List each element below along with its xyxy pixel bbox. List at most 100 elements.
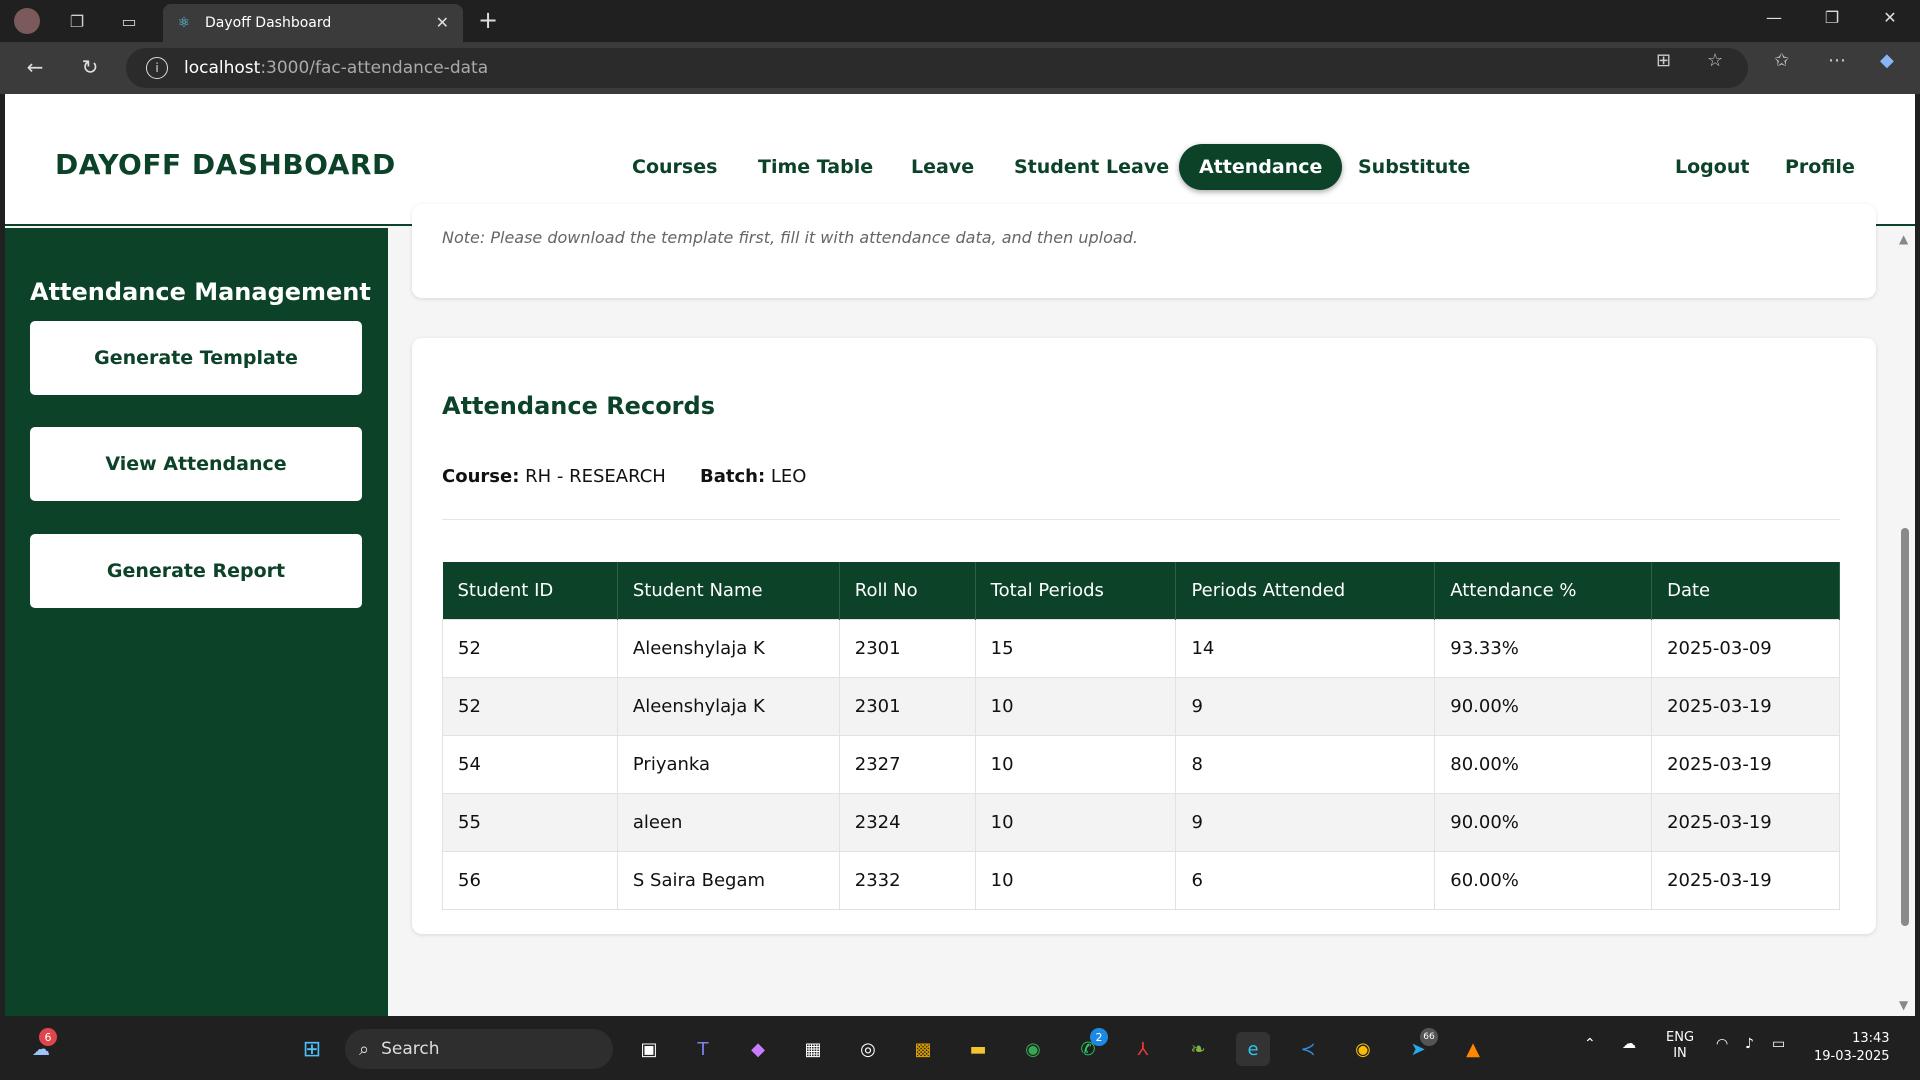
battery-icon[interactable]: ▭ [1772,1036,1785,1052]
browser-tab[interactable]: ⚛ Dayoff Dashboard ✕ [163,4,463,42]
lang-bottom: IN [1673,1046,1687,1061]
view-attendance-button[interactable]: View Attendance [30,427,362,501]
cell-date: 2025-03-09 [1651,618,1840,678]
nav-profile[interactable]: Profile [1785,156,1855,178]
url-path: :3000/fac-attendance-data [260,58,489,78]
green-app-icon[interactable]: ❧ [1181,1032,1215,1066]
acrobat-icon[interactable]: ⅄ [1126,1032,1160,1066]
nav-time-table[interactable]: Time Table [758,156,873,178]
weather-badge: 6 [39,1028,57,1046]
cell-roll-no: 2301 [838,618,976,678]
table-row: 56 S Saira Begam 2332 10 6 60.00% 2025-0… [442,850,1840,910]
clock[interactable]: 13:43 19-03-2025 [1814,1030,1890,1066]
cell-date: 2025-03-19 [1651,850,1840,910]
col-date: Date [1651,562,1840,619]
wifi-icon[interactable]: ◠ [1716,1036,1728,1052]
taskbar-search[interactable]: ⌕ Search [345,1029,613,1069]
taskbar: ☁ 6 ⊞ ⌕ Search ▣ T ◆ ▦ ◎ ▩ ▬ ◉ ✆ 2 ⅄ ❧ e… [0,1016,1920,1080]
site-info-icon[interactable]: i [146,57,168,79]
dell-icon[interactable]: ◎ [851,1032,885,1066]
upload-card [412,204,1876,298]
table-row: 52 Aleenshylaja K 2301 10 9 90.00% 2025-… [442,676,1840,736]
cell-attendance-pct: 60.00% [1434,850,1653,910]
nav-substitute[interactable]: Substitute [1358,156,1470,178]
vscode-icon[interactable]: ≺ [1291,1032,1325,1066]
batch-value: LEO [770,466,807,487]
scroll-down-icon[interactable]: ▼ [1899,998,1908,1012]
teams-icon[interactable]: T [686,1032,720,1066]
nav-logout[interactable]: Logout [1675,156,1749,178]
close-window-icon[interactable]: ✕ [1870,8,1910,27]
cell-student-id: 52 [442,676,618,736]
tray-expand-icon[interactable]: ⌃ [1584,1036,1596,1052]
copilot-icon[interactable]: ◆ [1880,50,1894,71]
nav-courses[interactable]: Courses [632,156,717,178]
chrome-icon[interactable]: ◉ [1016,1032,1050,1066]
nav-student-leave[interactable]: Student Leave [1014,156,1169,178]
cell-attendance-pct: 90.00% [1434,792,1653,852]
photo-app-icon[interactable]: ▩ [906,1032,940,1066]
whatsapp-badge: 2 [1090,1028,1108,1046]
scroll-up-icon[interactable]: ▲ [1899,232,1908,246]
chrome-profile-icon[interactable]: ◉ [1346,1032,1380,1066]
cell-roll-no: 2301 [838,676,976,736]
cell-periods-attended: 6 [1175,850,1436,910]
more-options-icon[interactable]: ⋯ [1828,50,1846,71]
close-tab-icon[interactable]: ✕ [436,13,449,32]
scrollbar-thumb[interactable] [1901,528,1909,926]
table-row: 52 Aleenshylaja K 2301 15 14 93.33% 2025… [442,618,1840,678]
cell-student-name: Priyanka [616,734,840,794]
minimize-icon[interactable]: — [1754,8,1794,27]
sidebar-title: Attendance Management [30,278,371,306]
search-label: Search [381,1039,440,1059]
cell-student-name: Aleenshylaja K [616,676,840,736]
page-scrollbar[interactable]: ▲ ▼ [1895,228,1915,1016]
batch-info: Batch: LEO [700,466,806,487]
cell-roll-no: 2324 [838,792,976,852]
favorites-icon[interactable]: ✩ [1774,50,1789,71]
cell-roll-no: 2327 [838,734,976,794]
back-icon[interactable]: ← [20,55,50,79]
table-row: 54 Priyanka 2327 10 8 80.00% 2025-03-19 [442,734,1840,794]
cell-total-periods: 15 [974,618,1177,678]
cell-date: 2025-03-19 [1651,676,1840,736]
language-indicator[interactable]: ENG IN [1666,1030,1694,1062]
col-student-id: Student ID [442,562,618,619]
cell-date: 2025-03-19 [1651,792,1840,852]
task-view-icon[interactable]: ▣ [632,1032,666,1066]
copilot-app-icon[interactable]: ◆ [741,1032,775,1066]
cell-periods-attended: 14 [1175,618,1436,678]
vertical-tabs-icon[interactable]: ▭ [116,8,142,34]
nav-attendance[interactable]: Attendance [1179,144,1343,190]
generate-report-button[interactable]: Generate Report [30,534,362,608]
cell-student-id: 52 [442,618,618,678]
new-tab-icon[interactable]: + [478,6,498,34]
col-attendance-pct: Attendance % [1434,562,1653,619]
file-explorer-icon[interactable]: ▬ [961,1032,995,1066]
col-student-name: Student Name [617,562,840,619]
course-info: Course: RH - RESEARCH [442,466,666,487]
favorite-star-icon[interactable]: ☆ [1707,50,1723,71]
edge-icon[interactable]: e [1236,1032,1270,1066]
refresh-icon[interactable]: ↻ [75,55,105,79]
generate-template-button[interactable]: Generate Template [30,321,362,395]
col-total-periods: Total Periods [975,562,1177,619]
cell-periods-attended: 9 [1175,676,1436,736]
course-label: Course: [442,466,520,487]
profile-avatar[interactable] [14,8,40,34]
onedrive-icon[interactable]: ☁ [1622,1036,1636,1052]
cell-total-periods: 10 [974,676,1177,736]
windows-start-icon[interactable]: ⊞ [295,1032,329,1066]
app-available-icon[interactable]: ⊞ [1656,50,1671,71]
sidebar: Attendance Management Generate Template … [5,228,388,1016]
cell-date: 2025-03-19 [1651,734,1840,794]
workspaces-icon[interactable]: ❐ [64,8,90,34]
vlc-icon[interactable]: ▲ [1456,1032,1490,1066]
nav-leave[interactable]: Leave [911,156,974,178]
volume-icon[interactable]: ♪ [1745,1036,1754,1052]
store-icon[interactable]: ▦ [796,1032,830,1066]
url-field[interactable]: i localhost :3000/fac-attendance-data [126,48,1748,88]
restore-icon[interactable]: ❐ [1812,8,1852,27]
browser-tab-bar: ❐ ▭ ⚛ Dayoff Dashboard ✕ + — ❐ ✕ [0,0,1920,42]
url-host: localhost [184,58,261,78]
